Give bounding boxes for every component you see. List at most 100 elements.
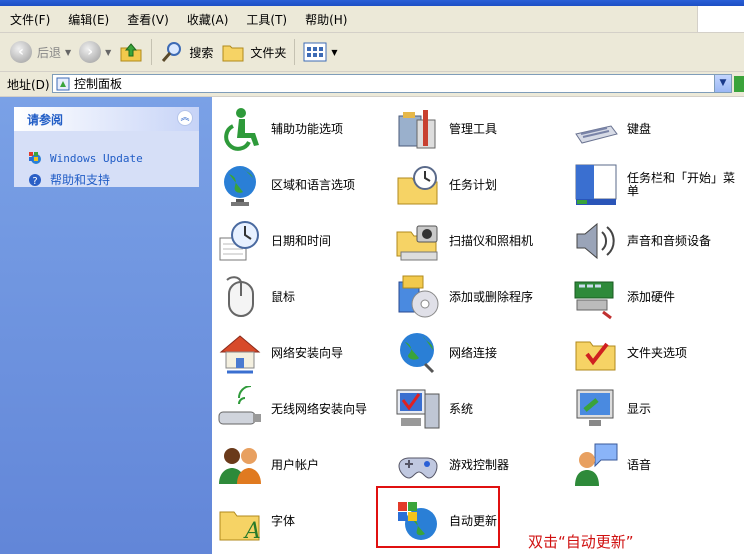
taskbar-icon: [575, 164, 617, 205]
back-button[interactable]: ‹ 后退 ▼: [6, 36, 75, 68]
system-icon: [396, 389, 440, 429]
folder-up-icon: [120, 43, 142, 62]
control-panel-item[interactable]: 声音和音频设备: [572, 217, 711, 265]
control-panel-item[interactable]: 无线网络安装向导: [216, 385, 367, 433]
item-label: 语音: [627, 457, 652, 472]
control-panel-item[interactable]: 用户帐户: [216, 441, 319, 489]
control-panel-item[interactable]: 文件夹选项: [572, 329, 687, 377]
control-panel-item[interactable]: 添加或删除程序: [394, 273, 533, 321]
collapse-icon[interactable]: ︽: [177, 110, 193, 126]
control-panel-item[interactable]: A 字体: [216, 497, 295, 545]
svg-text:?: ?: [32, 176, 37, 187]
item-label: 日期和时间: [271, 233, 332, 248]
item-label: 任务计划: [449, 177, 498, 192]
keyboard-icon: [575, 125, 618, 144]
menu-file[interactable]: 文件(F): [10, 11, 50, 28]
control-panel-item[interactable]: 网络安装向导: [216, 329, 343, 377]
item-label: 网络连接: [449, 345, 498, 360]
forward-arrow-icon: ›: [79, 41, 102, 63]
control-panel-item[interactable]: 鼠标: [216, 273, 295, 321]
forward-dropdown-icon[interactable]: ▼: [105, 48, 111, 57]
views-button[interactable]: ▼: [299, 36, 341, 68]
control-panel-item[interactable]: 键盘: [572, 105, 651, 153]
windows-update-icon: [29, 152, 41, 164]
add-hardware-icon: [574, 281, 614, 320]
control-panel-item[interactable]: 语音: [572, 441, 651, 489]
item-label: 辅助功能选项: [271, 121, 344, 136]
item-label: 扫描仪和照相机: [449, 233, 534, 248]
accessibility-icon: [224, 108, 259, 151]
speech-icon: [575, 443, 618, 486]
search-button[interactable]: 搜索: [156, 36, 217, 68]
add-remove-programs-icon: [398, 275, 439, 318]
address-dropdown-icon[interactable]: ▼: [714, 75, 731, 92]
menu-help[interactable]: 帮助(H): [305, 11, 347, 28]
control-panel-item[interactable]: 任务计划: [394, 161, 497, 209]
go-button[interactable]: [734, 76, 744, 92]
item-label: 字体: [271, 513, 296, 528]
item-label: 用户帐户: [271, 457, 320, 472]
control-panel-item[interactable]: 区域和语言选项: [216, 161, 355, 209]
control-panel-icon: [56, 77, 70, 90]
instruction-note: 双击“自动更新”: [528, 533, 634, 551]
item-label: 任务栏和「开始」菜单: [627, 171, 736, 198]
windows-update-label: Windows Update: [50, 151, 143, 165]
display-icon: [576, 389, 614, 426]
menu-view[interactable]: 查看(V): [127, 11, 169, 28]
toolbar-separator: [294, 39, 296, 65]
item-label: 无线网络安装向导: [271, 401, 368, 416]
item-label: 键盘: [627, 121, 652, 136]
scheduled-tasks-icon: [397, 166, 438, 205]
windows-logo: [697, 6, 744, 32]
highlight-box: [376, 486, 500, 548]
users-icon: [219, 448, 261, 484]
see-also-header[interactable]: 请参阅 ︽: [14, 107, 199, 131]
speaker-icon: [576, 222, 615, 260]
folder-icon: [222, 45, 244, 62]
address-value: 控制面板: [74, 77, 123, 91]
address-bar: 地址(D) 控制面板 ▼: [0, 72, 744, 97]
control-panel-item[interactable]: 显示: [572, 385, 651, 433]
help-support-link[interactable]: ? 帮助和支持: [28, 171, 110, 188]
folders-button[interactable]: 文件夹: [217, 36, 290, 68]
control-panel-item[interactable]: 扫描仪和照相机: [394, 217, 533, 265]
menu-bar: 文件(F) 编辑(E) 查看(V) 收藏(A) 工具(T) 帮助(H): [0, 6, 744, 33]
control-panel-item[interactable]: 游戏控制器: [394, 441, 509, 489]
folder-options-icon: [575, 341, 616, 371]
views-dropdown-icon[interactable]: ▼: [331, 48, 337, 57]
gamepad-icon: [398, 457, 438, 479]
fonts-icon: A: [219, 511, 261, 544]
search-icon: [162, 42, 182, 62]
admin-tools-icon: [398, 110, 436, 149]
control-panel-item[interactable]: 网络连接: [394, 329, 497, 377]
menu-edit[interactable]: 编辑(E): [68, 11, 109, 28]
folders-label: 文件夹: [250, 45, 287, 60]
globe-icon: [224, 166, 256, 206]
see-also-title: 请参阅: [27, 112, 64, 127]
toolbar-separator: [151, 39, 153, 65]
item-label: 区域和语言选项: [271, 177, 356, 192]
wireless-icon: [218, 386, 261, 425]
address-input[interactable]: 控制面板 ▼: [52, 74, 732, 93]
control-panel-item[interactable]: 系统: [394, 385, 473, 433]
control-panel-item[interactable]: 日期和时间: [216, 217, 331, 265]
item-label: 声音和音频设备: [627, 233, 712, 248]
up-button[interactable]: [115, 36, 147, 68]
menu-tools[interactable]: 工具(T): [246, 11, 287, 28]
forward-button[interactable]: › ▼: [75, 36, 115, 68]
see-also-box: 请参阅 ︽ Windows Update ? 帮助和支持: [14, 107, 199, 187]
clock-icon: [219, 221, 259, 261]
item-label: 管理工具: [449, 121, 498, 136]
item-label: 显示: [627, 401, 652, 416]
item-label: 鼠标: [271, 289, 296, 304]
menu-favorites[interactable]: 收藏(A): [187, 11, 229, 28]
item-label: 系统: [449, 401, 474, 416]
toolbar: ‹ 后退 ▼ › ▼ 搜索 文件夹 ▼: [0, 33, 744, 72]
home-network-icon: [219, 335, 261, 374]
control-panel-item[interactable]: 添加硬件: [572, 273, 675, 321]
control-panel-item[interactable]: 辅助功能选项: [216, 105, 343, 153]
windows-update-link[interactable]: Windows Update: [28, 151, 143, 165]
back-dropdown-icon[interactable]: ▼: [65, 48, 71, 57]
control-panel-item[interactable]: 任务栏和「开始」菜单: [572, 161, 739, 209]
control-panel-item[interactable]: 管理工具: [394, 105, 497, 153]
